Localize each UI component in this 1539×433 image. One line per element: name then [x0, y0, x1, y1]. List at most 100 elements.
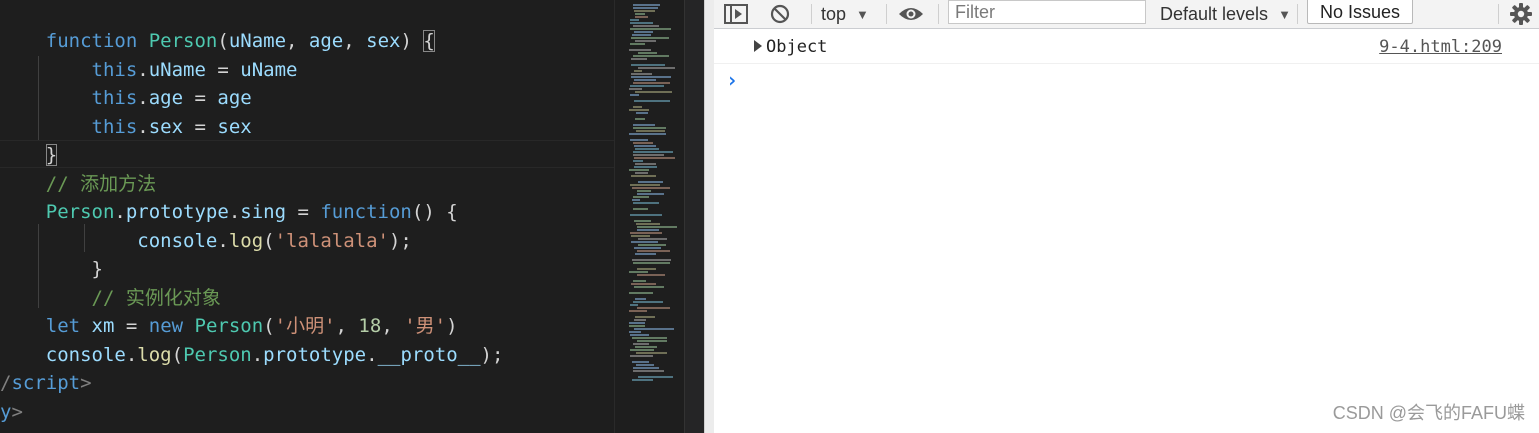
code-token: console	[45, 343, 126, 366]
log-levels-dropdown[interactable]: Default levels ▼	[1160, 0, 1291, 28]
minimap-line	[632, 34, 651, 36]
minimap[interactable]	[614, 0, 685, 433]
code-token: this	[91, 115, 138, 138]
minimap-line	[635, 316, 655, 318]
code-token: script	[11, 372, 81, 394]
code-token: );	[388, 229, 412, 252]
sidebar-toggle-button[interactable]	[724, 0, 748, 28]
code-token: log	[228, 229, 264, 252]
code-token: .	[251, 343, 264, 366]
minimap-line	[638, 52, 657, 54]
live-expression-button[interactable]	[898, 0, 924, 28]
minimap-line	[632, 379, 653, 381]
code-token: this	[91, 58, 138, 81]
code-line[interactable]: console.log(Person.prototype.__proto__);	[0, 341, 504, 369]
code-token: .	[217, 229, 229, 252]
code-token: new	[148, 315, 184, 337]
editor-scrollbar[interactable]	[684, 0, 705, 433]
code-token: ,	[286, 30, 309, 52]
minimap-line	[631, 73, 652, 75]
current-line-highlight	[0, 140, 614, 168]
code-token: );	[480, 343, 504, 366]
code-token: Person	[148, 30, 218, 52]
minimap-line	[633, 4, 660, 6]
expand-triangle-icon[interactable]	[754, 40, 762, 52]
minimap-line	[636, 364, 654, 366]
code-line[interactable]: let xm = new Person('小明', 18, '男')	[0, 312, 458, 340]
code-line[interactable]: this.sex = sex	[0, 113, 252, 141]
minimap-line	[630, 349, 654, 351]
code-token: (	[171, 343, 184, 366]
minimap-line	[634, 79, 656, 81]
minimap-line	[634, 10, 655, 12]
code-token: Person	[194, 315, 264, 337]
log-source-link[interactable]: 9-4.html:209	[1379, 37, 1502, 57]
log-message[interactable]: Object	[766, 37, 827, 57]
code-token: age	[217, 87, 252, 109]
minimap-line	[637, 250, 670, 252]
issues-button[interactable]: No Issues	[1307, 0, 1414, 24]
code-line[interactable]: }	[0, 255, 103, 283]
code-line[interactable]: y>	[0, 398, 23, 426]
minimap-line	[633, 7, 658, 9]
minimap-line	[633, 301, 663, 303]
code-token: ,	[343, 30, 367, 52]
code-line[interactable]: console.log('lalalala');	[0, 227, 412, 255]
minimap-line	[634, 70, 642, 72]
code-line[interactable]: function Person(uName, age, sex) {	[0, 27, 435, 55]
toolbar-separator	[938, 4, 939, 24]
chevron-down-icon: ▼	[1278, 6, 1291, 22]
code-token: .	[228, 201, 241, 223]
minimap-line	[633, 82, 670, 84]
minimap-line	[633, 25, 659, 27]
code-line[interactable]: Person.prototype.sing = function() {	[0, 198, 458, 226]
minimap-line	[631, 76, 671, 78]
code-line[interactable]: // 添加方法	[0, 170, 156, 198]
code-token: }	[91, 258, 103, 280]
console-log-entry[interactable]: Object 9-4.html:209	[714, 31, 1539, 64]
toolbar-separator	[811, 4, 812, 24]
filter-input[interactable]	[948, 0, 1146, 24]
code-token: (	[263, 229, 275, 252]
minimap-line	[635, 16, 648, 18]
minimap-line	[634, 328, 674, 330]
code-editor[interactable]: function Person(uName, age, sex) { this.…	[0, 0, 614, 433]
code-line[interactable]: // 实例化对象	[0, 284, 221, 312]
code-token: this	[91, 87, 138, 109]
code-line[interactable]: }	[0, 141, 58, 169]
code-token: .	[366, 343, 378, 366]
context-label: top	[821, 3, 847, 24]
minimap-line	[632, 199, 640, 201]
minimap-line	[635, 13, 645, 15]
code-line[interactable]: this.age = age	[0, 84, 252, 112]
clear-console-button[interactable]	[770, 0, 790, 28]
code-token: (	[263, 315, 275, 337]
code-line[interactable]: /script>	[0, 369, 92, 397]
console-settings-button[interactable]	[1510, 0, 1532, 28]
minimap-line	[631, 241, 658, 243]
minimap-line	[637, 268, 656, 270]
minimap-line	[633, 127, 666, 129]
minimap-line	[635, 346, 657, 348]
code-token: (	[217, 30, 229, 52]
minimap-line	[629, 49, 651, 51]
minimap-line	[632, 259, 671, 261]
minimap-line	[637, 340, 667, 342]
code-token: // 添加方法	[45, 172, 157, 195]
code-line[interactable]: this.uName = uName	[0, 56, 298, 84]
minimap-line	[630, 355, 653, 357]
minimap-line	[629, 310, 647, 312]
console-prompt-icon[interactable]: ›	[726, 68, 738, 92]
code-token: .	[137, 87, 149, 109]
minimap-line	[629, 271, 648, 273]
minimap-line	[635, 298, 646, 300]
code-token: )	[446, 315, 458, 337]
minimap-line	[634, 220, 651, 222]
context-selector[interactable]: top ▼	[821, 0, 869, 28]
code-token: function	[320, 201, 412, 223]
minimap-line	[638, 376, 673, 378]
